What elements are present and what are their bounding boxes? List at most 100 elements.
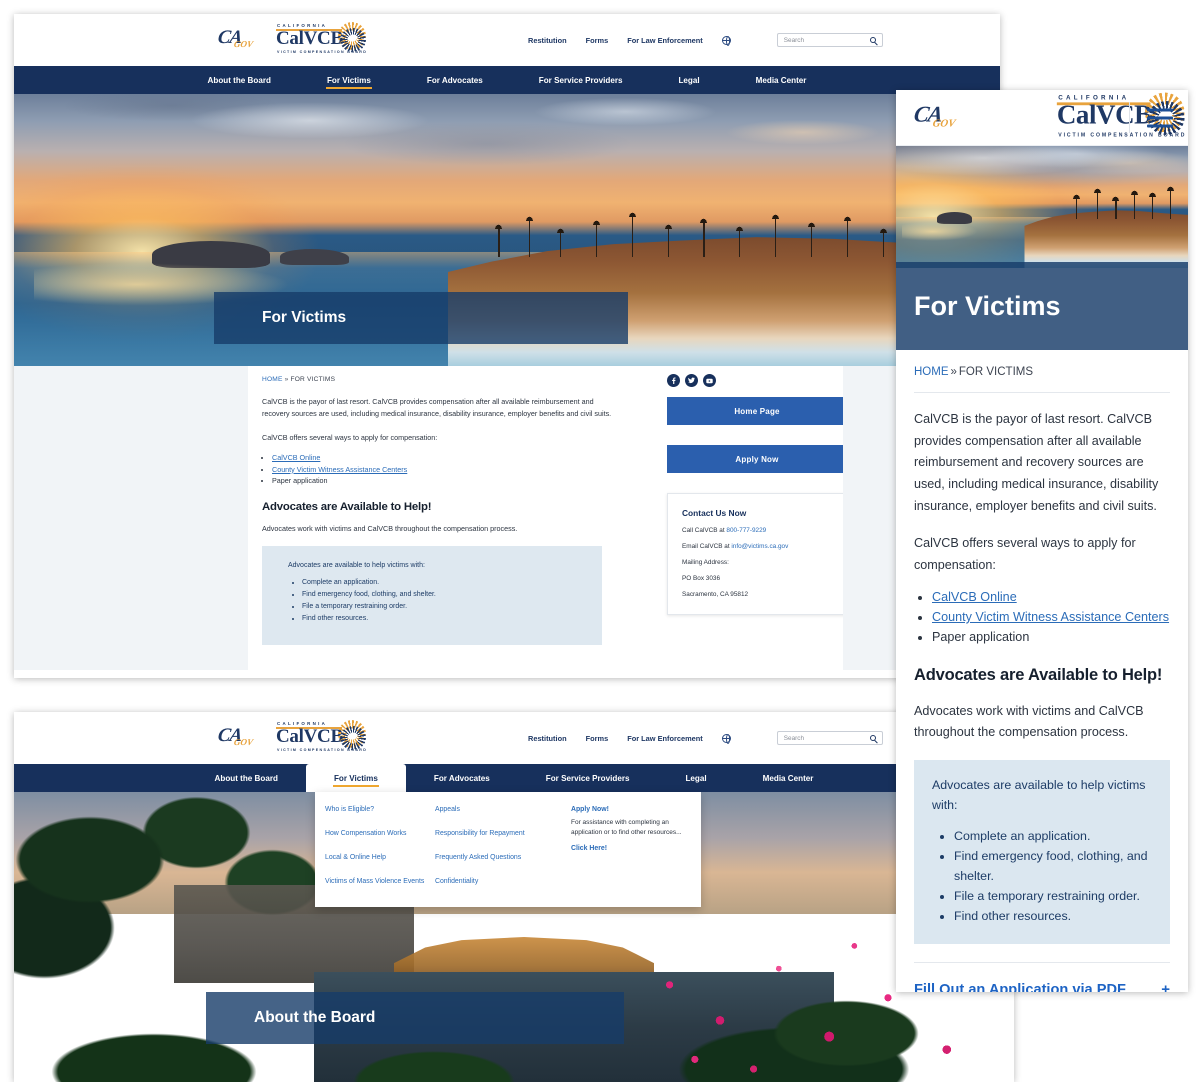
utility-bar: CA GOV CALIFORNIA CalVCB VICTIM COMPENSA… <box>14 712 1014 764</box>
apply-now-button[interactable]: Apply Now <box>667 445 847 473</box>
right-sidebar: Home Page Apply Now Contact Us Now Call … <box>643 366 847 670</box>
globe-icon[interactable] <box>721 35 731 46</box>
left-gutter <box>14 366 248 670</box>
nav-item-for-advocates[interactable]: For Advocates <box>399 66 511 94</box>
nav-item-for-victims[interactable]: For Victims <box>305 764 406 792</box>
utility-link-forms[interactable]: Forms <box>586 36 609 45</box>
site-logo[interactable]: CA GOV CALIFORNIA CalVCB VICTIM COMPENSA… <box>217 22 370 58</box>
nav-item-media-center[interactable]: Media Center <box>735 764 842 792</box>
hamburger-menu-icon[interactable] <box>1147 108 1173 127</box>
advocates-callout-box: Advocates are available to help victims … <box>914 760 1170 945</box>
search-input[interactable]: Search <box>776 33 883 47</box>
apply-methods-list: CalVCB Online County Victim Witness Assi… <box>272 452 643 487</box>
list-item: CalVCB Online <box>272 452 643 464</box>
list-item: CalVCB Online <box>932 587 1170 607</box>
desktop-about-board-window: CA GOV CALIFORNIA CalVCB VICTIM COMPENSA… <box>14 712 1014 1082</box>
search-icon[interactable] <box>869 735 876 741</box>
nav-item-for-victims[interactable]: For Victims <box>299 66 399 94</box>
breadcrumb-current: FOR VICTIMS <box>958 366 1034 378</box>
utility-link-forms[interactable]: Forms <box>586 734 609 743</box>
youtube-icon[interactable] <box>703 374 716 387</box>
ca-gov-suffix: GOV <box>233 737 254 747</box>
page-title: About the Board <box>254 1009 376 1026</box>
apply-methods-list: CalVCB Online County Victim Witness Assi… <box>932 587 1170 648</box>
link-calvcb-online[interactable]: CalVCB Online <box>932 590 1017 604</box>
ca-gov-suffix: GOV <box>931 116 957 129</box>
twitter-icon[interactable] <box>685 374 698 387</box>
search-icon[interactable] <box>869 37 876 43</box>
calvcb-logo-icon[interactable]: CALIFORNIA CalVCB VICTIM COMPENSATION BO… <box>274 720 370 756</box>
breadcrumb-home[interactable]: HOME <box>262 376 283 383</box>
search-input[interactable]: Search <box>776 731 883 745</box>
page-body: HOME» FOR VICTIMS CalVCB is the payor of … <box>14 366 1000 670</box>
text-paper-application: Paper application <box>272 476 328 486</box>
mega-link-faq[interactable]: Frequently Asked Questions <box>435 854 571 861</box>
contact-email-link[interactable]: info@victims.ca.gov <box>731 543 788 550</box>
utility-link-restitution[interactable]: Restitution <box>528 36 567 45</box>
nav-item-legal[interactable]: Legal <box>657 764 734 792</box>
mega-link-who-is-eligible[interactable]: Who is Eligible? <box>325 806 435 813</box>
nav-item-for-service-providers[interactable]: For Service Providers <box>511 66 651 94</box>
nav-item-about-the-board[interactable]: About the Board <box>180 66 299 94</box>
contact-card-title: Contact Us Now <box>682 508 747 518</box>
link-county-victim-witness[interactable]: County Victim Witness Assistance Centers <box>272 465 407 474</box>
mega-link-how-compensation-works[interactable]: How Compensation Works <box>325 830 435 837</box>
promo-click-here-link[interactable]: Click Here! <box>571 845 691 852</box>
breadcrumb: HOME» FOR VICTIMS <box>262 366 643 383</box>
utility-bar: CA GOV CALIFORNIA CalVCB VICTIM COMPENSA… <box>14 14 1000 66</box>
logo-main-text: CalVCB <box>276 726 343 747</box>
callout-list: Complete an application. Find emergency … <box>954 826 1154 926</box>
callout-list: Complete an application. Find emergency … <box>302 577 580 625</box>
promo-text: For assistance with completing an applic… <box>571 819 682 837</box>
nav-item-legal[interactable]: Legal <box>650 66 727 94</box>
facebook-icon[interactable] <box>667 374 680 387</box>
hero-title-band: About the Board <box>206 992 624 1044</box>
text-paper-application: Paper application <box>932 630 1030 645</box>
ca-gov-logo-icon[interactable]: CA GOV <box>217 725 260 751</box>
nav-item-media-center[interactable]: Media Center <box>728 66 835 94</box>
plus-icon[interactable]: + <box>1161 981 1170 992</box>
nav-item-about-the-board[interactable]: About the Board <box>187 764 306 792</box>
contact-phone-link[interactable]: 800-777-9229 <box>726 527 766 534</box>
ca-gov-logo-icon[interactable]: CA GOV <box>217 27 260 53</box>
contact-email-label: Email CalVCB at <box>682 543 730 550</box>
mobile-header: CA GOV CALIFORNIA CalVCB VICTIM COMPENSA… <box>896 90 1188 146</box>
mobile-body: HOME» FOR VICTIMS CalVCB is the payor of … <box>896 350 1188 992</box>
contact-city-state-zip: Sacramento, CA 95812 <box>682 591 749 598</box>
accordion-fill-out-application[interactable]: Fill Out an Application via PDF + <box>914 962 1170 992</box>
nav-item-for-service-providers[interactable]: For Service Providers <box>518 764 658 792</box>
accordion-title: Fill Out an Application via PDF <box>914 981 1126 992</box>
mega-link-local-online-help[interactable]: Local & Online Help <box>325 854 435 861</box>
nav-item-for-advocates[interactable]: For Advocates <box>406 764 518 792</box>
main-navigation: About the Board For Victims For Advocate… <box>14 66 1000 94</box>
site-logo[interactable]: CA GOV CALIFORNIA CalVCB VICTIM COMPENSA… <box>217 720 370 756</box>
breadcrumb-separator: » <box>284 376 289 383</box>
link-calvcb-online[interactable]: CalVCB Online <box>272 453 320 462</box>
list-item: Paper application <box>932 627 1170 647</box>
calvcb-logo-icon[interactable]: CALIFORNIA CalVCB VICTIM COMPENSATION BO… <box>274 22 370 58</box>
breadcrumb-home[interactable]: HOME <box>914 366 949 378</box>
mega-link-appeals[interactable]: Appeals <box>435 806 571 813</box>
mega-link-confidentiality[interactable]: Confidentiality <box>435 878 571 885</box>
mega-link-responsibility-for-repayment[interactable]: Responsibility for Repayment <box>435 830 571 837</box>
utility-link-restitution[interactable]: Restitution <box>528 734 567 743</box>
globe-icon[interactable] <box>721 733 731 744</box>
breadcrumb: HOME» FOR VICTIMS <box>914 350 1170 393</box>
list-item: Find other resources. <box>954 906 1154 926</box>
header-divider <box>1129 102 1130 133</box>
link-county-victim-witness[interactable]: County Victim Witness Assistance Centers <box>932 610 1169 624</box>
screenshot-stage: CA GOV CALIFORNIA CalVCB VICTIM COMPENSA… <box>0 0 1200 1082</box>
main-navigation: About the Board For Victims For Advocate… <box>14 764 1014 792</box>
mega-dropdown-menu: Who is Eligible? How Compensation Works … <box>315 792 701 907</box>
mobile-hero-title-band: For Victims <box>896 262 1188 350</box>
ways-lead: CalVCB offers several ways to apply for … <box>262 432 438 442</box>
utility-link-law-enforcement[interactable]: For Law Enforcement <box>627 734 703 743</box>
utility-link-law-enforcement[interactable]: For Law Enforcement <box>627 36 703 45</box>
mega-link-mass-violence-events[interactable]: Victims of Mass Violence Events <box>325 878 435 885</box>
home-page-button[interactable]: Home Page <box>667 397 847 425</box>
list-item: Complete an application. <box>954 826 1154 846</box>
hero-title-band: For Victims <box>214 292 628 344</box>
hero-rock-right <box>280 249 350 266</box>
search-placeholder: Search <box>783 734 804 742</box>
ca-gov-logo-icon[interactable]: CA GOV <box>912 102 964 133</box>
